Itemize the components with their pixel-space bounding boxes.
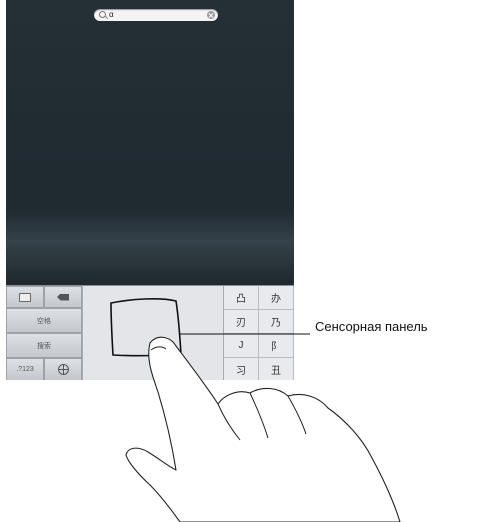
candidate-item[interactable]: 丑 [259,358,294,380]
candidate-item[interactable]: 阝 [259,334,294,358]
keyboard-hide-icon [19,292,31,302]
hide-keyboard-button[interactable] [6,286,44,308]
candidate-item[interactable]: J [224,334,259,358]
search-query[interactable]: α [109,9,114,21]
space-button[interactable]: 空格 [6,308,82,333]
search-field[interactable]: α [94,9,218,21]
clear-icon[interactable] [207,11,215,19]
numbers-button[interactable]: .?123 [6,358,44,380]
search-button[interactable]: 搜索 [6,333,82,358]
candidate-item[interactable]: 办 [259,286,294,310]
ipad-screen: α 空格 搜索 .?123 凸 办 刃 乃 J 阝 习 丑 [6,0,294,380]
touchpad[interactable] [82,286,224,380]
wallpaper-horizon [6,210,294,280]
candidate-item[interactable]: 乃 [259,310,294,334]
candidate-item[interactable]: 刃 [224,310,259,334]
candidate-item[interactable]: 习 [224,358,259,380]
candidate-list: 凸 办 刃 乃 J 阝 习 丑 [224,286,294,380]
keyboard-function-keys: 空格 搜索 .?123 [6,286,82,380]
delete-icon [57,293,69,301]
delete-button[interactable] [44,286,82,308]
globe-button[interactable] [44,358,82,380]
touchpad-callout-label: Сенсорная панель [315,319,428,334]
globe-icon [57,364,69,375]
search-icon [99,11,106,18]
candidate-item[interactable]: 凸 [224,286,259,310]
handwriting-keyboard: 空格 搜索 .?123 凸 办 刃 乃 J 阝 习 丑 [6,285,294,380]
